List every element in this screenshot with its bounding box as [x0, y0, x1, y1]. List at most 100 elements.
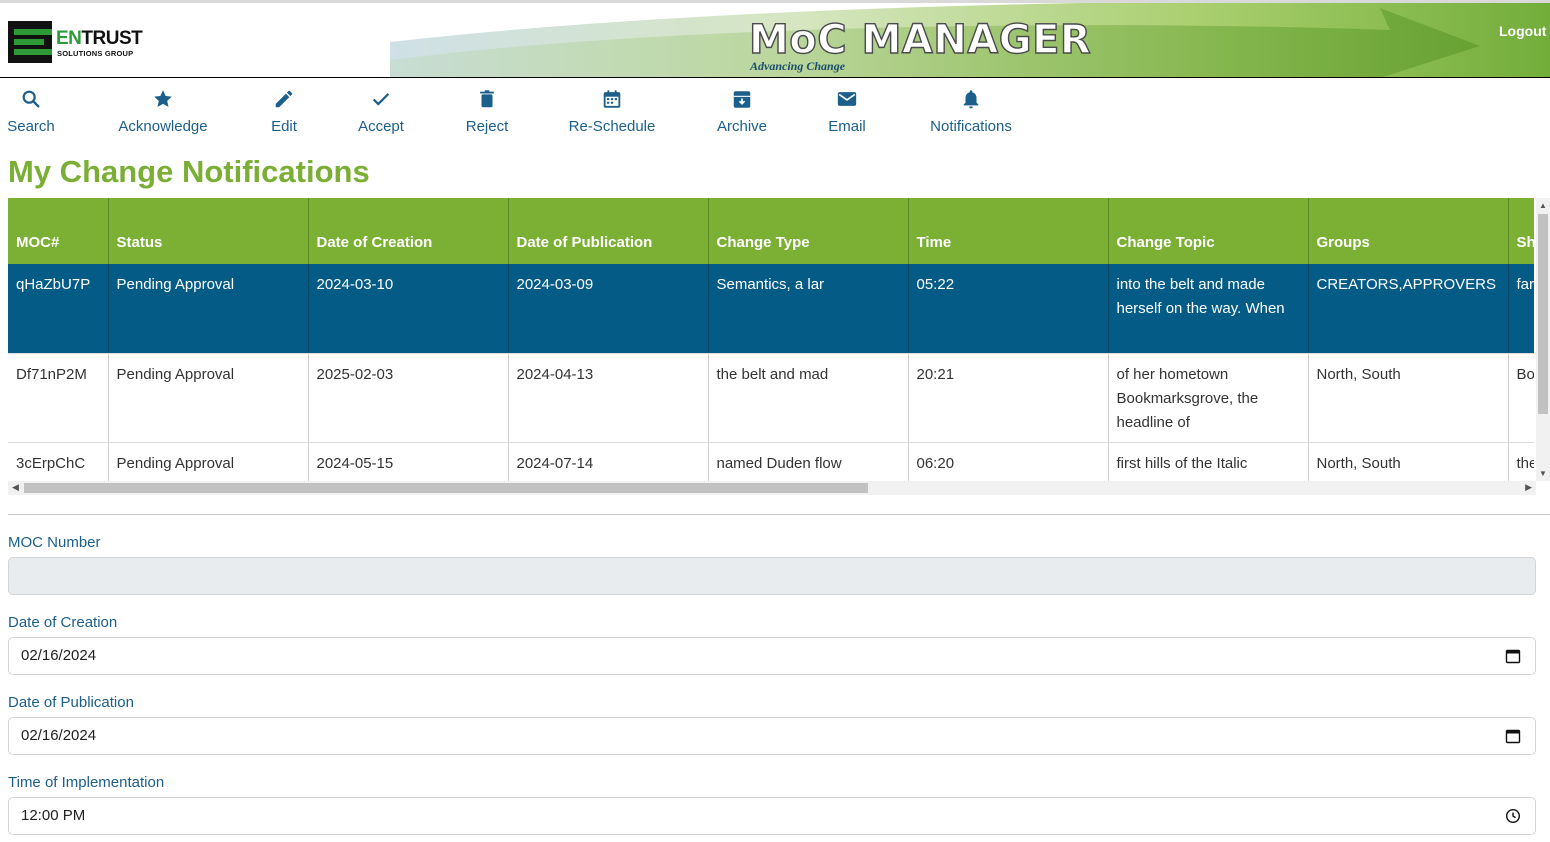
pencil-icon [275, 90, 293, 108]
table-cell: 06:20 [908, 442, 1109, 481]
scroll-down-arrow-icon[interactable]: ▼ [1539, 469, 1547, 478]
table-row[interactable]: 3cErpChC Pending Approval 2024-05-15 202… [8, 442, 1534, 481]
calendar-icon[interactable] [1505, 728, 1521, 744]
notifications-table: MOC# Status Date of Creation Date of Pub… [8, 198, 1534, 481]
acknowledge-button[interactable]: Acknowledge [114, 84, 212, 142]
trash-icon [480, 90, 494, 108]
column-header-date-of-publication[interactable]: Date of Publication [508, 198, 709, 264]
table-cell: Bo he Vil [1508, 353, 1534, 443]
moc-number-field[interactable] [8, 557, 1536, 595]
table-vertical-scrollbar[interactable]: ▲ ▼ [1536, 198, 1550, 481]
table-cell: into the belt and made herself on the wa… [1108, 264, 1309, 354]
archive-icon [733, 91, 751, 108]
app-title: MoC MANAGER [748, 16, 1092, 63]
column-header-moc[interactable]: MOC# [8, 198, 109, 264]
table-cell: the belt and mad [708, 353, 909, 443]
app-header: ENTRUST SOLUTIONS GROUP MoC MANAGER Adva… [0, 0, 1550, 78]
notifications-table-container: MOC# Status Date of Creation Date of Pub… [8, 198, 1550, 498]
table-cell: named Duden flow [708, 442, 909, 481]
accept-button-label: Accept [358, 118, 404, 135]
table-cell: 3cErpChC [8, 442, 109, 481]
date-of-publication-field[interactable]: 02/16/2024 [8, 717, 1536, 755]
section-divider [8, 514, 1550, 515]
column-header-status[interactable]: Status [108, 198, 309, 264]
table-cell: CREATORS,APPROVERS [1308, 264, 1509, 354]
table-cell: North, South [1308, 353, 1509, 443]
horizontal-scroll-thumb[interactable] [24, 483, 868, 493]
table-cell: Pending Approval [108, 353, 309, 443]
column-header-date-of-creation[interactable]: Date of Creation [308, 198, 509, 264]
table-cell: the [1508, 442, 1534, 481]
time-of-implementation-value: 12:00 PM [21, 807, 86, 824]
column-header-change-type[interactable]: Change Type [708, 198, 909, 264]
archive-button-label: Archive [716, 118, 768, 135]
table-cell: far wo the [1508, 264, 1534, 354]
column-header-time[interactable]: Time [908, 198, 1109, 264]
email-button-label: Email [828, 118, 866, 135]
table-cell: 20:21 [908, 353, 1109, 443]
table-cell: Pending Approval [108, 442, 309, 481]
search-button-label: Search [7, 118, 55, 135]
table-row[interactable]: Df71nP2M Pending Approval 2025-02-03 202… [8, 353, 1534, 443]
acknowledge-button-label: Acknowledge [118, 118, 208, 135]
date-of-creation-value: 02/16/2024 [21, 647, 97, 664]
bell-icon [963, 90, 979, 109]
table-cell: 2024-05-15 [308, 442, 509, 481]
table-cell: Semantics, a lar [708, 264, 909, 354]
date-of-creation-field[interactable]: 02/16/2024 [8, 637, 1536, 675]
reschedule-button-label: Re-Schedule [568, 118, 656, 135]
table-header-row: MOC# Status Date of Creation Date of Pub… [8, 198, 1534, 264]
search-icon [22, 90, 40, 108]
column-header-change-topic[interactable]: Change Topic [1108, 198, 1309, 264]
edit-button[interactable]: Edit [266, 84, 302, 142]
notifications-button[interactable]: Notifications [924, 84, 1018, 142]
envelope-icon [837, 92, 857, 106]
time-of-implementation-label: Time of Implementation [8, 774, 165, 791]
table-cell: 2024-04-13 [508, 353, 709, 443]
date-of-publication-label: Date of Publication [8, 694, 134, 711]
logo-subtext: SOLUTIONS GROUP [57, 49, 134, 58]
logout-link[interactable]: Logout [1499, 23, 1546, 39]
calendar-icon[interactable] [1505, 648, 1521, 664]
archive-button[interactable]: Archive [714, 84, 770, 142]
table-cell: 05:22 [908, 264, 1109, 354]
action-toolbar: Search Acknowledge Edit Accept Reject Re… [0, 84, 1550, 144]
edit-button-label: Edit [271, 118, 297, 135]
scroll-right-arrow-icon[interactable]: ▶ [1525, 482, 1532, 493]
table-cell: 2025-02-03 [308, 353, 509, 443]
table-cell: 2024-03-10 [308, 264, 509, 354]
clock-icon[interactable] [1505, 808, 1521, 824]
search-button[interactable]: Search [7, 84, 55, 142]
logo-mark-icon [8, 21, 52, 63]
table-cell: North, South [1308, 442, 1509, 481]
table-cell: 2024-07-14 [508, 442, 709, 481]
star-icon [154, 90, 172, 107]
vertical-scroll-thumb[interactable] [1538, 214, 1548, 414]
column-header-groups[interactable]: Groups [1308, 198, 1509, 264]
reject-button[interactable]: Reject [464, 84, 510, 142]
check-icon [372, 93, 390, 106]
time-of-implementation-field[interactable]: 12:00 PM [8, 797, 1536, 835]
column-header-short[interactable]: Sh [1508, 198, 1534, 264]
scroll-up-arrow-icon[interactable]: ▲ [1539, 201, 1547, 210]
app-subtitle: Advancing Change [750, 59, 846, 73]
reject-button-label: Reject [465, 118, 509, 135]
moc-number-label: MOC Number [8, 534, 101, 551]
notifications-button-label: Notifications [930, 118, 1012, 135]
date-of-publication-value: 02/16/2024 [21, 727, 97, 744]
table-cell: of her hometown Bookmarksgrove, the head… [1108, 353, 1309, 443]
accept-button[interactable]: Accept [355, 84, 407, 142]
reschedule-button[interactable]: Re-Schedule [566, 84, 658, 142]
table-cell: Pending Approval [108, 264, 309, 354]
table-horizontal-scrollbar[interactable]: ◀ ▶ [8, 481, 1536, 495]
notifications-grid: MOC# Status Date of Creation Date of Pub… [8, 198, 1534, 481]
scroll-left-arrow-icon[interactable]: ◀ [12, 482, 19, 493]
table-row-selected[interactable]: qHaZbU7P Pending Approval 2024-03-10 202… [8, 264, 1534, 354]
page-title: My Change Notifications [8, 154, 370, 189]
logo-wordmark: ENTRUST [56, 28, 143, 49]
entrust-logo: ENTRUST SOLUTIONS GROUP [8, 21, 148, 65]
email-button[interactable]: Email [826, 84, 868, 142]
table-cell: qHaZbU7P [8, 264, 109, 354]
date-of-creation-label: Date of Creation [8, 614, 118, 631]
table-cell: 2024-03-09 [508, 264, 709, 354]
